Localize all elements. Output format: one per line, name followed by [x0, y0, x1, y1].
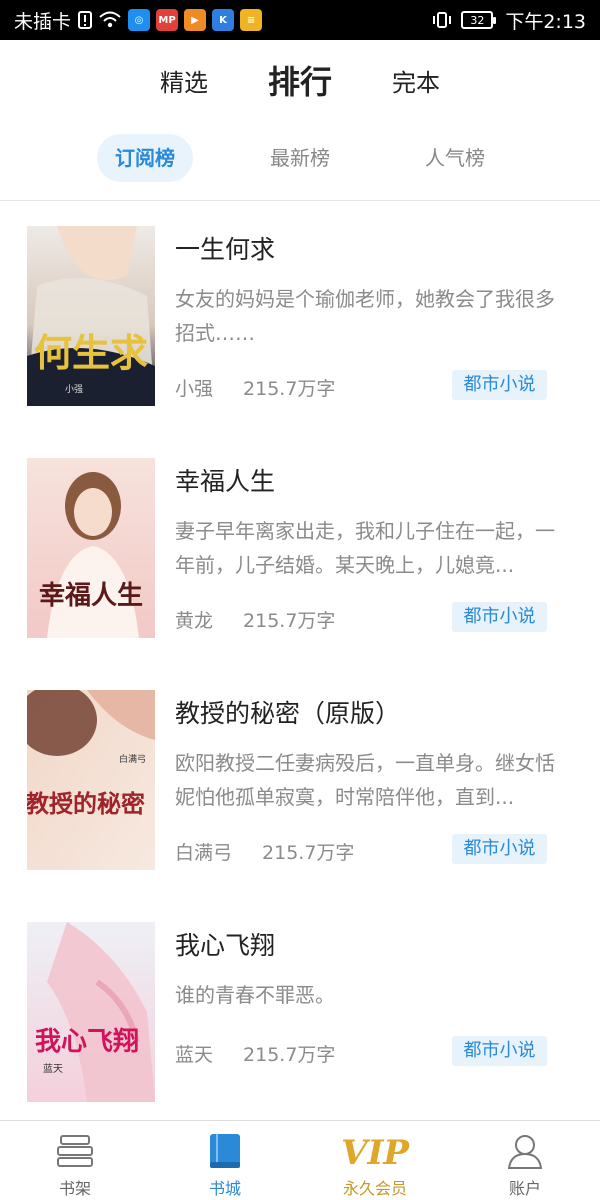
book-item[interactable]: 何生求 小强 一生何求 女友的妈妈是个瑜伽老师，她教会了我很多招式…… 小强 21… — [0, 226, 600, 458]
subtab-popular[interactable]: 人气榜 — [407, 134, 503, 182]
book-word-count: 215.7万字 — [262, 842, 355, 864]
book-item[interactable]: 幸福人生 幸福人生 妻子早年离家出走，我和儿子住在一起，一年前，儿子结婚。某天晚… — [0, 458, 600, 690]
book-title[interactable]: 教授的秘密（原版） — [175, 694, 400, 730]
book-meta: 蓝天 215.7万字 — [175, 1040, 335, 1067]
battery-icon: 32 — [461, 11, 497, 29]
book-meta: 白满弓 215.7万字 — [175, 838, 354, 865]
subtab-subscription[interactable]: 订阅榜 — [97, 134, 193, 182]
subtab-newest[interactable]: 最新榜 — [252, 134, 348, 182]
book-author: 白满弓 — [175, 842, 233, 864]
tab-completed[interactable]: 完本 — [358, 63, 474, 98]
cover-title-text: 幸福人生 — [39, 581, 143, 611]
nav-label: 账户 — [508, 1179, 541, 1198]
book-cover[interactable]: 教授的秘密 白满弓 — [27, 690, 155, 870]
book-author: 黄龙 — [175, 610, 214, 632]
k-app-icon: K — [212, 9, 235, 31]
book-meta: 黄龙 215.7万字 — [175, 606, 335, 633]
book-description: 欧阳教授二任妻病殁后，一直单身。继女恬妮怕他孤单寂寞，时常陪伴他，直到... — [175, 751, 555, 809]
book-title[interactable]: 一生何求 — [175, 230, 275, 266]
cover-author-text: 白满弓 — [119, 753, 146, 765]
cover-author-text: 小强 — [65, 384, 83, 395]
cover-author-text: 蓝天 — [43, 1063, 63, 1075]
book-cover[interactable]: 幸福人生 — [27, 458, 155, 638]
vip-icon: VIP — [335, 1131, 415, 1171]
top-tabs: 精选 排行 完本 — [0, 40, 600, 120]
bottom-nav: 书架 书城 VIP 永久会员 账户 — [0, 1120, 600, 1200]
genre-tag[interactable]: 都市小说 — [452, 370, 547, 400]
bookstore-icon — [203, 1131, 247, 1171]
account-icon — [503, 1131, 547, 1171]
nav-label: 书城 — [208, 1179, 241, 1198]
divider — [0, 200, 600, 201]
bookshelf-icon — [53, 1131, 97, 1171]
svg-text:VIP: VIP — [341, 1133, 410, 1170]
genre-tag[interactable]: 都市小说 — [452, 834, 547, 864]
book-item[interactable]: 教授的秘密 白满弓 教授的秘密（原版） 欧阳教授二任妻病殁后，一直单身。继女恬妮… — [0, 690, 600, 922]
clock: 下午2:13 — [505, 10, 586, 33]
mp-app-icon: MP — [156, 9, 179, 31]
vibrate-icon — [431, 11, 453, 29]
nav-account[interactable]: 账户 — [450, 1121, 600, 1200]
nav-label: 书架 — [58, 1179, 91, 1198]
book-title[interactable]: 我心飞翔 — [175, 926, 275, 962]
nav-vip[interactable]: VIP 永久会员 — [300, 1121, 450, 1200]
nav-label: 永久会员 — [342, 1179, 407, 1198]
wifi-icon — [99, 11, 121, 29]
book-cover[interactable]: 何生求 小强 — [27, 226, 155, 406]
book-word-count: 215.7万字 — [243, 1044, 336, 1066]
book-title[interactable]: 幸福人生 — [175, 462, 275, 498]
browser-app-icon: ◎ — [128, 9, 151, 31]
status-bar: 未插卡 ◎ MP ▶ K ≡ 32 下午2:13 — [0, 0, 600, 40]
nav-bookshelf[interactable]: 书架 — [0, 1121, 150, 1200]
book-description: 女友的妈妈是个瑜伽老师，她教会了我很多招式…… — [175, 287, 555, 345]
ranking-subtabs: 订阅榜 最新榜 人气榜 — [0, 134, 600, 186]
carrier-label: 未插卡 — [14, 10, 72, 33]
book-word-count: 215.7万字 — [243, 378, 336, 400]
book-description: 妻子早年离家出走，我和儿子住在一起，一年前，儿子结婚。某天晚上，儿媳竟... — [175, 519, 555, 577]
cover-title-text: 我心飞翔 — [35, 1027, 139, 1057]
book-cover[interactable]: 我心飞翔 蓝天 — [27, 922, 155, 1102]
cover-title-text: 何生求 — [34, 330, 148, 375]
more-app-icon: ≡ — [240, 9, 263, 31]
book-description: 谁的青春不罪恶。 — [175, 983, 335, 1007]
battery-level: 32 — [470, 13, 485, 27]
genre-tag[interactable]: 都市小说 — [452, 1036, 547, 1066]
book-author: 蓝天 — [175, 1044, 214, 1066]
cover-title-text: 教授的秘密 — [27, 789, 145, 818]
genre-tag[interactable]: 都市小说 — [452, 602, 547, 632]
nav-bookstore[interactable]: 书城 — [150, 1121, 300, 1200]
notification-icon — [78, 11, 93, 29]
book-word-count: 215.7万字 — [243, 610, 336, 632]
tab-featured[interactable]: 精选 — [126, 63, 242, 98]
book-meta: 小强 215.7万字 — [175, 374, 335, 401]
book-author: 小强 — [175, 378, 214, 400]
tab-ranking[interactable]: 排行 — [242, 57, 358, 103]
play-app-icon: ▶ — [184, 9, 207, 31]
